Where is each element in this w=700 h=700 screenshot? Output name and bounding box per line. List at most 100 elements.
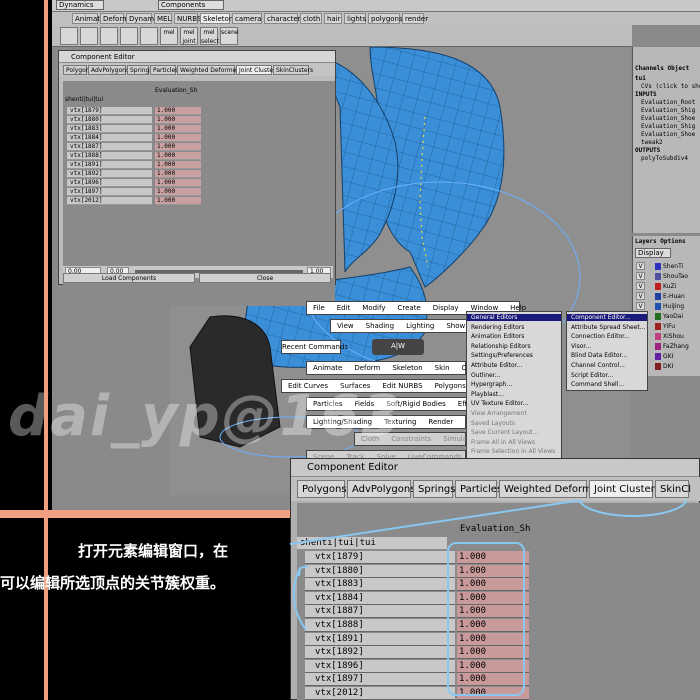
large-editor-tab[interactable]: Springs (413, 480, 455, 498)
window-menu-item[interactable]: Relationship Editors (471, 343, 531, 350)
shelf-tab[interactable]: Dynamic (126, 13, 160, 24)
channel-box-line[interactable]: tweak2 (635, 139, 663, 146)
hotbox-center-button[interactable]: A|W (372, 339, 424, 355)
channel-box-line[interactable]: Evaluation_Root (635, 99, 695, 106)
small-editor-tab[interactable]: Joint Clusters (236, 65, 279, 75)
hotbox-menu-item[interactable]: View (331, 320, 360, 332)
shelf-tab[interactable]: character (264, 13, 301, 24)
hotbox-menu-item[interactable]: Display (427, 302, 465, 314)
shelf-tool-icon[interactable]: mel joint (180, 27, 198, 45)
shelf-tab[interactable]: polygons (368, 13, 403, 24)
load-components-button[interactable]: Load Components (63, 273, 195, 283)
channel-box-line[interactable]: OUTPUTS (635, 147, 660, 154)
general-editors-item[interactable]: Blind Data Editor... (571, 352, 627, 359)
window-menu-item[interactable]: Playblast... (471, 391, 504, 398)
recent-commands-button[interactable]: Recent Commands (281, 340, 348, 354)
general-editors-item[interactable]: Script Editor... (571, 372, 613, 379)
hotbox-menu-item[interactable]: Shading (360, 320, 400, 332)
general-editors-item[interactable]: Attribute Spread Sheet... (571, 324, 646, 331)
shelf-tool-icon[interactable] (60, 27, 78, 45)
channel-box-line[interactable]: Evaluation_Shoe (635, 115, 695, 122)
small-editor-tab[interactable]: Springs (127, 65, 153, 75)
shelf-tool-icon[interactable] (80, 27, 98, 45)
shelf-tab[interactable]: NURBS (174, 13, 201, 24)
window-menu-item[interactable]: Frame All in All Views (471, 439, 535, 446)
shelf-tab[interactable]: Animate (72, 13, 104, 24)
table-row[interactable]: vtx[1884] 1.000 (67, 134, 215, 142)
large-editor-tab[interactable]: Particles (455, 480, 502, 498)
table-row[interactable]: vtx[1897] 1.000 (67, 188, 215, 196)
shelf-tab[interactable]: Skeleton (200, 13, 233, 24)
close-button[interactable]: Close (199, 273, 331, 283)
shelf-tool-icon[interactable] (120, 27, 138, 45)
shelf-tab[interactable]: lights (344, 13, 366, 24)
large-editor-tab[interactable]: SkinCl (655, 480, 691, 498)
hotbox-menu-item[interactable]: Edit (331, 302, 357, 314)
layer-display-dropdown[interactable]: Display (635, 248, 671, 258)
layer-row[interactable]: V KuZi (635, 282, 699, 291)
general-editors-item[interactable]: Command Shell... (571, 381, 624, 388)
channel-box-line[interactable]: CVs (click to show) (635, 83, 700, 90)
table-row[interactable]: vtx[1880] 1.000 (67, 116, 215, 124)
hotbox-menu-item[interactable]: Render (422, 416, 459, 428)
weight-value-cell[interactable]: 1.000 (155, 170, 201, 178)
table-row[interactable]: vtx[1891] 1.000 (67, 161, 215, 169)
large-editor-tab[interactable]: Polygons (297, 480, 347, 498)
general-editors-item[interactable]: Component Editor... (567, 314, 647, 321)
window-menu-item[interactable]: Animation Editors (471, 333, 524, 340)
layer-row[interactable]: V ShouTao (635, 272, 699, 281)
shelf-tab[interactable]: render (402, 13, 428, 24)
small-editor-tab[interactable]: Weighted Deformers (177, 65, 242, 75)
weight-value-cell[interactable]: 1.000 (155, 116, 201, 124)
large-editor-tab[interactable]: Joint Clusters (589, 480, 660, 498)
weight-value-cell[interactable]: 1.000 (155, 107, 201, 115)
weight-value-cell[interactable]: 1.000 (155, 188, 201, 196)
hotbox-menu-item[interactable]: File (307, 302, 331, 314)
table-row[interactable]: vtx[2012] 1.000 (67, 197, 215, 205)
channel-box-line[interactable]: Evaluation_Shig (635, 123, 695, 130)
small-editor-tab[interactable]: AdvPolygons (88, 65, 129, 75)
hotbox-menu-item[interactable]: Skin (429, 362, 456, 374)
channel-box-line[interactable]: tui (635, 75, 646, 82)
small-editor-tab[interactable]: Polygons (63, 65, 93, 75)
general-editors-item[interactable]: Connection Editor... (571, 333, 630, 340)
channel-box-line[interactable]: Evaluation_Shoe (635, 131, 695, 138)
hotbox-menu-item[interactable]: Lighting (400, 320, 440, 332)
layer-row[interactable]: V ShenTi (635, 262, 699, 271)
large-editor-tab[interactable]: Weighted Deformers (499, 480, 607, 498)
window-menu-item[interactable]: Saved Layouts (471, 420, 515, 427)
window-menu-item[interactable]: Settings/Preferences (471, 352, 533, 359)
weight-value-cell[interactable]: 1.000 (155, 197, 201, 205)
small-editor-tab[interactable]: SkinClusters (273, 65, 313, 75)
channel-box-line[interactable]: INPUTS (635, 91, 657, 98)
weight-value-cell[interactable]: 1.000 (155, 125, 201, 133)
table-row[interactable]: vtx[1896] 1.000 (67, 179, 215, 187)
weight-value-cell[interactable]: 1.000 (155, 152, 201, 160)
window-menu-item[interactable]: Frame Selection in All Views (471, 448, 555, 455)
window-menu-item[interactable]: UV Texture Editor... (471, 400, 528, 407)
window-menu-item[interactable]: General Editors (467, 314, 561, 321)
window-menu-item[interactable]: View Arrangement (471, 410, 527, 417)
shelf-tool-icon[interactable]: scene (220, 27, 239, 45)
shelf-tool-icon[interactable] (100, 27, 118, 45)
selection-mode-dropdown[interactable]: Components (158, 0, 224, 10)
weight-value-cell[interactable]: 1.000 (155, 161, 201, 169)
table-row[interactable]: vtx[1883] 1.000 (67, 125, 215, 133)
shelf-tool-icon[interactable] (140, 27, 158, 45)
channel-box-line[interactable]: Evaluation_Shig (635, 107, 695, 114)
layer-row[interactable]: V HuiJing (635, 302, 699, 311)
shelf-tab[interactable]: cloth (300, 13, 322, 24)
layer-row[interactable]: V E-Huan (635, 292, 699, 301)
hotbox-menu-item[interactable]: Create (391, 302, 426, 314)
small-editor-tab[interactable]: Particles (150, 65, 178, 75)
window-menu-item[interactable]: Save Current Layout... (471, 429, 538, 436)
shelf-tab[interactable]: MEL (154, 13, 172, 24)
hotbox-menu-item[interactable]: Skeleton (386, 362, 428, 374)
layer-visibility-toggle[interactable]: V (636, 302, 645, 310)
shelf-tool-icon[interactable]: mel (160, 27, 178, 45)
window-menu-item[interactable]: Attribute Editor... (471, 362, 522, 369)
general-editors-item[interactable]: Channel Control... (571, 362, 625, 369)
table-row[interactable]: vtx[1879] 1.000 (67, 107, 215, 115)
layer-visibility-toggle[interactable]: V (636, 282, 645, 290)
table-row[interactable]: vtx[1888] 1.000 (67, 152, 215, 160)
